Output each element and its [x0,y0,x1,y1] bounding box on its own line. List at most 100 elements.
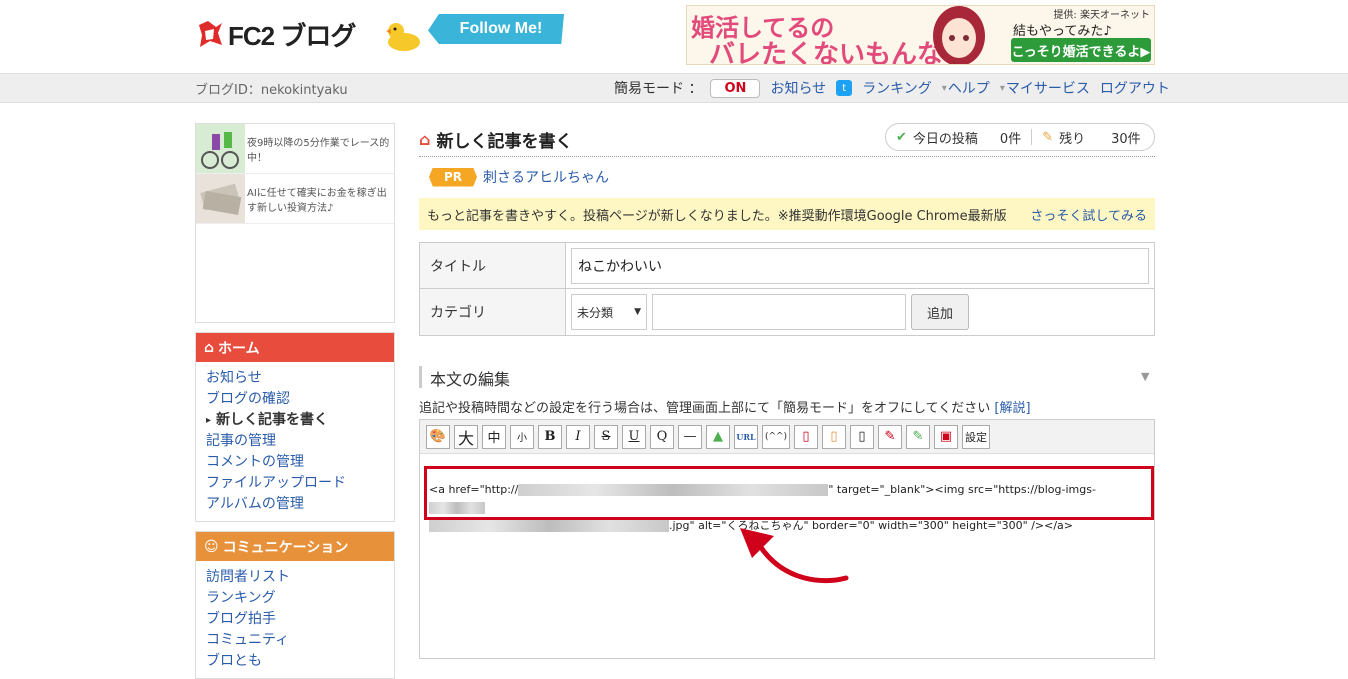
sidebar-home-header: ⌂ ホーム [196,333,394,362]
header-ad-banner[interactable]: 婚活してるの バレたくないもんな 提供: 楽天オーネット 結もやってみた♪ こっ… [686,5,1155,65]
category-select[interactable]: 未分類 ▼ [571,294,647,330]
pr-link-row: PR 刺さるアヒルちゃん [429,167,609,187]
house-icon: ⌂ [419,130,431,149]
sidebar-item-album[interactable]: アルバムの管理 [206,494,384,515]
top-nav-links: 簡易モード ： ON お知らせ t ランキング ▾ ヘルプ ▾ マイサービス ロ… [614,78,1180,98]
font-medium-button[interactable]: 中 [482,424,506,449]
post-stats-badge: ✔ 今日の投稿 0件 ✎ 残り 30件 [885,123,1155,151]
remaining-label: 残り [1059,131,1086,147]
color-palette-icon[interactable]: 🎨 [426,424,450,449]
sidebar-item-visitors[interactable]: 訪問者リスト [206,567,384,588]
sidebar-item-posts[interactable]: 記事の管理 [206,431,384,452]
sidebar-item-blog-check[interactable]: ブログの確認 [206,389,384,410]
ad-text: AIに任せて確実にお金を稼ぎ出す新しい投資方法♪ [247,188,387,214]
sidebar-ad-item[interactable]: 夜9時以降の5分作業でレース的中！ [196,124,394,174]
blurred-url [518,484,829,496]
collapse-triangle-icon[interactable]: ▼ [1141,370,1149,383]
sidebar-communication-section: ☺ コミュニケーション 訪問者リスト ランキング ブログ拍手 コミュニティ ブロ… [195,531,395,679]
sidebar-item-clap[interactable]: ブログ拍手 [206,609,384,630]
emoticon-button[interactable]: (^^) [762,424,790,449]
annotation-arrow-icon [734,522,854,592]
divider [1031,129,1033,145]
ad-character-image [919,6,999,64]
category-row: カテゴリ 未分類 ▼ 追加 [420,289,1154,335]
nav-ranking-link[interactable]: ランキング [862,78,932,98]
ad-tagline: 結もやってみた♪ [1013,24,1112,39]
sidebar-item-ranking[interactable]: ランキング [206,588,384,609]
dropdown-indicator-icon: ▾ [941,82,947,94]
nav-myservice-link[interactable]: マイサービス [1006,78,1090,98]
editor-toolbar: 🎨 大 中 小 B I S U Q — ▲ URL (^^) ▯ ▯ ▯ ✎ ✎… [420,420,1154,454]
nav-news-link[interactable]: お知らせ [770,78,826,98]
dropdown-indicator-icon: ▾ [999,82,1005,94]
easy-mode-label: 簡易モード ： [614,81,703,97]
add-category-button[interactable]: 追加 [911,294,969,330]
sidebar-item-file-upload[interactable]: ファイルアップロード [206,473,384,494]
page-title: ⌂ 新しく記事を書く [419,130,573,152]
highlighted-html-code[interactable]: <a href="http://" target="_blank"><img s… [424,466,1154,532]
follow-me-button[interactable]: Follow Me! [428,14,564,44]
house-icon: ⌂ [204,339,215,356]
duck-icon [384,20,422,52]
today-posts-label: 今日の投稿 [912,131,978,147]
ad-headline-2: バレたくないもんな [709,40,944,65]
notice-text: もっと記事を書きやすく。投稿ページが新しくなりました。※推奨動作環境Google… [427,208,1007,224]
editor-settings-button[interactable]: 設定 [962,424,990,449]
fc2-video-icon[interactable]: ▣ [934,424,958,449]
code-line-1: <a href="http://" target="_blank"><img s… [429,481,1147,517]
people-icon: ☺ [204,538,219,555]
pr-link[interactable]: 刺さるアヒルちゃん [483,167,609,187]
quote-button[interactable]: Q [650,424,674,449]
sidebar-item-blotomo[interactable]: ブロとも [206,651,384,672]
site-header: FC2 ブログ Follow Me! 婚活してるの バレたくないもんな 提供: … [0,0,1348,73]
chevron-down-icon: ▼ [634,307,641,317]
ad-thumbnail-cycling [196,124,245,173]
url-link-button[interactable]: URL [734,424,758,449]
insert-album-icon[interactable]: ▯ [822,424,846,449]
strikethrough-button[interactable]: S [594,424,618,449]
new-category-input[interactable] [652,294,906,330]
sidebar-item-comments[interactable]: コメントの管理 [206,452,384,473]
notice-banner: もっと記事を書きやすく。投稿ページが新しくなりました。※推奨動作環境Google… [419,198,1155,230]
title-input[interactable] [571,247,1149,284]
sidebar-item-news[interactable]: お知らせ [206,368,384,389]
nav-logout-link[interactable]: ログアウト [1100,78,1170,98]
ad-provider: 提供: 楽天オーネット [1053,10,1150,21]
try-new-editor-link[interactable]: さっそく試してみる [1030,205,1147,224]
fc2-blog-logo[interactable]: FC2 ブログ [196,16,356,52]
easy-mode-toggle[interactable]: ON [710,78,761,98]
horizontal-rule-button[interactable]: — [678,424,702,449]
pen-red-icon[interactable]: ✎ [878,424,902,449]
sidebar-item-community[interactable]: コミュニティ [206,630,384,651]
body-edit-heading: 本文の編集 [419,366,1155,389]
underline-button[interactable]: U [622,424,646,449]
sidebar-ad-item[interactable]: AIに任せて確実にお金を稼ぎ出す新しい投資方法♪ [196,174,394,224]
sidebar-home-section: ⌂ ホーム お知らせ ブログの確認 新しく記事を書く 記事の管理 コメントの管理… [195,332,395,522]
font-large-button[interactable]: 大 [454,424,478,449]
explanation-link[interactable]: [解説] [994,401,1030,416]
logo-text: FC2 ブログ [228,20,356,51]
nav-help-link[interactable]: ヘルプ [948,78,990,98]
twitter-icon[interactable]: t [836,80,853,96]
fc2-logo-icon [196,19,224,49]
post-form: タイトル カテゴリ 未分類 ▼ 追加 [419,242,1155,336]
category-label: カテゴリ [420,289,566,335]
pen-green-icon[interactable]: ✎ [906,424,930,449]
font-small-button[interactable]: 小 [510,424,534,449]
checkmark-icon: ✔ [896,129,907,145]
sidebar-ad-box: 夜9時以降の5分作業でレース的中！ AIに任せて確実にお金を稼ぎ出す新しい投資方… [195,123,395,323]
pr-badge: PR [429,167,477,187]
sidebar: 夜9時以降の5分作業でレース的中！ AIに任せて確実にお金を稼ぎ出す新しい投資方… [195,123,395,679]
top-navbar: ブログID：nekokintyaku 簡易モード ： ON お知らせ t ランキ… [0,73,1348,103]
insert-template-icon[interactable]: ▯ [850,424,874,449]
sidebar-item-new-post[interactable]: 新しく記事を書く [206,410,384,431]
ad-cta-button[interactable]: こっそり婚活できるよ▶ [1011,38,1151,62]
insert-file-icon[interactable]: ▯ [794,424,818,449]
blog-id: ブログID：nekokintyaku [195,83,348,98]
bold-button[interactable]: B [538,424,562,449]
image-icon[interactable]: ▲ [706,424,730,449]
body-edit-note: 追記や投稿時間などの設定を行う場合は、管理画面上部にて「簡易モード」をオフにして… [419,401,1031,416]
today-posts-value: 0件 [999,131,1022,147]
italic-button[interactable]: I [566,424,590,449]
sidebar-communication-header: ☺ コミュニケーション [196,532,394,561]
